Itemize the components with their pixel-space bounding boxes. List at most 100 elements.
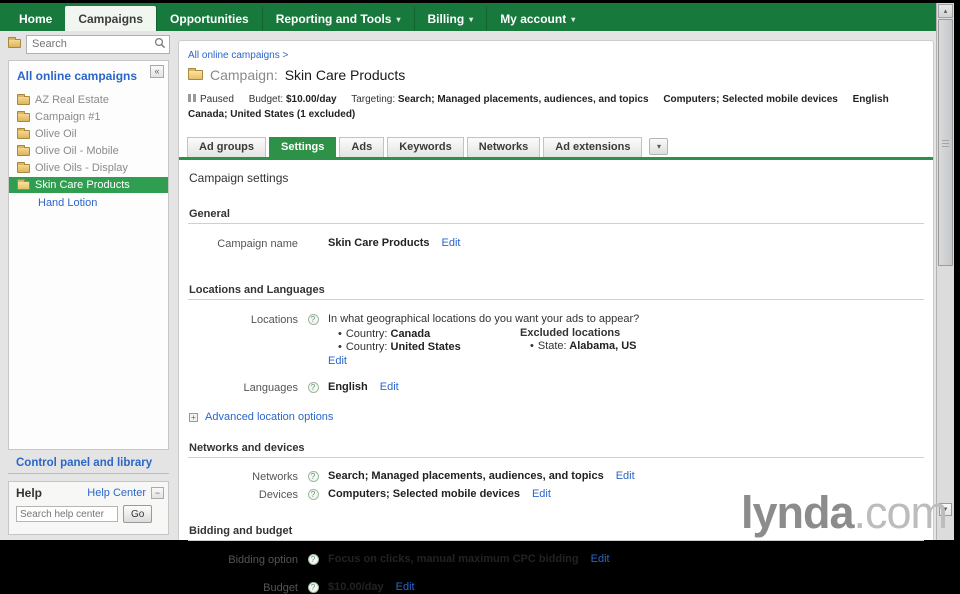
tree-item-hand-lotion[interactable]: Hand Lotion (9, 194, 168, 209)
bullet-icon: • (530, 340, 534, 352)
campaign-search-input[interactable] (26, 34, 170, 54)
edit-networks-link[interactable]: Edit (616, 470, 635, 482)
campaign-title-name: Skin Care Products (284, 67, 406, 83)
tab-ad-extensions[interactable]: Ad extensions (543, 137, 643, 157)
edit-devices-link[interactable]: Edit (532, 488, 551, 500)
bullet-icon: • (338, 341, 342, 353)
open-folder-icon (188, 68, 203, 80)
scrollbar-thumb[interactable] (938, 19, 953, 266)
help-icon[interactable]: ? (307, 471, 319, 482)
caret-down-icon: ▾ (571, 15, 576, 24)
scroll-down-button[interactable]: ▾ (939, 503, 952, 516)
caret-down-icon: ▾ (396, 15, 401, 24)
scroll-up-button[interactable]: ▴ (938, 4, 953, 18)
section-networks-devices: Networks and devices (188, 442, 924, 458)
edit-budget-link[interactable]: Edit (396, 581, 415, 593)
folder-icon (17, 144, 30, 156)
main-panel: All online campaigns > Campaign: Skin Ca… (178, 40, 934, 594)
campaign-settings-title: Campaign settings (189, 171, 289, 185)
included-locations: • Country: Canada • Country: United States… (328, 328, 461, 367)
nav-tab-opportunities[interactable]: Opportunities (156, 6, 262, 31)
nav-tab-campaigns[interactable]: Campaigns (65, 6, 157, 31)
tab-settings[interactable]: Settings (269, 137, 337, 157)
help-icon[interactable]: ? (307, 582, 319, 593)
languages-row: Languages ? English Edit (188, 381, 924, 394)
folder-icon (17, 127, 30, 139)
tree-item-olive-oil-mobile[interactable]: Olive Oil - Mobile (9, 143, 168, 159)
help-center-link[interactable]: Help Center (87, 487, 146, 499)
caret-down-icon: ▾ (469, 15, 474, 24)
adwords-app: Home Campaigns Opportunities Reporting a… (0, 3, 954, 594)
folder-icon (17, 161, 30, 173)
edit-locations-link[interactable]: Edit (328, 355, 347, 367)
campaign-status-bar: Paused Budget: $10.00/day Targeting: Sea… (179, 83, 933, 122)
section-general: General (188, 208, 924, 224)
tree-item-olive-oil[interactable]: Olive Oil (9, 126, 168, 142)
status-locations: Canada; United States (1 excluded) (188, 109, 356, 120)
tab-ad-groups[interactable]: Ad groups (187, 137, 266, 157)
breadcrumb[interactable]: All online campaigns > (179, 41, 933, 61)
budget-label: Budget (263, 582, 298, 594)
nav-tab-home[interactable]: Home (6, 6, 65, 31)
bidding-option-row: Bidding option ? Focus on clicks, manual… (188, 553, 924, 566)
sidebar-search-row (8, 33, 170, 54)
campaign-tabs: Ad groups Settings Ads Keywords Networks… (179, 137, 933, 160)
window-scrollbar[interactable]: ▴ ▾ (936, 3, 954, 540)
all-online-campaigns-link[interactable]: All online campaigns (9, 61, 168, 92)
bullet-icon: • (338, 328, 342, 340)
nav-tab-my-account[interactable]: My account ▾ (486, 6, 588, 31)
status-devices: Computers; Selected mobile devices (663, 94, 838, 105)
help-icon[interactable]: ? (307, 554, 319, 565)
help-title: Help (16, 486, 43, 500)
campaign-name-label: Campaign name (217, 238, 298, 250)
status-language: English (852, 94, 889, 105)
open-folder-icon (17, 178, 30, 190)
campaign-title-label: Campaign: (210, 67, 278, 83)
help-icon[interactable]: ? (307, 382, 319, 393)
edit-bidding-link[interactable]: Edit (591, 553, 610, 565)
tree-item-skin-care-products[interactable]: Skin Care Products (9, 177, 168, 193)
tab-networks[interactable]: Networks (466, 137, 541, 157)
paused-status: Paused (188, 94, 234, 105)
devices-row: Devices ? Computers; Selected mobile dev… (188, 488, 924, 501)
campaign-name-row: Campaign name Skin Care Products Edit (188, 237, 924, 250)
nav-tab-reporting[interactable]: Reporting and Tools ▾ (261, 6, 414, 31)
pause-icon (188, 94, 196, 102)
tree-item-campaign-1[interactable]: Campaign #1 (9, 109, 168, 125)
bidding-option-label: Bidding option (228, 554, 298, 566)
tree-item-az-real-estate[interactable]: AZ Real Estate (9, 92, 168, 108)
folder-icon[interactable] (8, 37, 21, 48)
minimize-help-button[interactable]: − (151, 487, 164, 499)
nav-tab-billing[interactable]: Billing ▾ (413, 6, 487, 31)
locations-label: Locations (250, 314, 298, 326)
help-panel: Help Help Center − Go (8, 481, 169, 535)
tab-keywords[interactable]: Keywords (387, 137, 464, 157)
collapse-sidebar-button[interactable]: « (150, 65, 164, 78)
budget-row: Budget ? $10.00/day Edit (188, 581, 924, 594)
section-bidding-budget: Bidding and budget (188, 525, 924, 541)
search-icon[interactable] (154, 37, 166, 49)
help-go-button[interactable]: Go (123, 505, 153, 523)
networks-label: Networks (252, 471, 298, 483)
advanced-location-options-link[interactable]: + Advanced location options (189, 411, 924, 423)
more-tabs-button[interactable]: ▾ (649, 138, 669, 155)
control-panel-link[interactable]: Control panel and library (8, 453, 169, 474)
edit-campaign-name-link[interactable]: Edit (441, 237, 460, 249)
campaign-tree-panel: All online campaigns « AZ Real Estate Ca… (8, 60, 169, 450)
help-icon[interactable]: ? (307, 314, 319, 325)
settings-content: Campaign settings General Campaign name … (179, 160, 933, 594)
status-targeting: Targeting: Search; Managed placements, a… (351, 94, 649, 105)
tab-ads[interactable]: Ads (339, 137, 385, 157)
devices-label: Devices (258, 489, 298, 501)
networks-row: Networks ? Search; Managed placements, a… (188, 470, 924, 483)
status-budget: Budget: $10.00/day (248, 94, 337, 105)
expand-plus-icon: + (189, 412, 198, 422)
edit-languages-link[interactable]: Edit (380, 381, 399, 393)
help-icon[interactable]: ? (307, 489, 319, 500)
scrollbar-grip (942, 142, 949, 144)
tree-item-olive-oils-display[interactable]: Olive Oils - Display (9, 160, 168, 176)
section-locations-languages: Locations and Languages (188, 284, 924, 300)
folder-icon (17, 93, 30, 105)
top-nav: Home Campaigns Opportunities Reporting a… (0, 3, 936, 31)
help-search-input[interactable] (16, 506, 118, 522)
